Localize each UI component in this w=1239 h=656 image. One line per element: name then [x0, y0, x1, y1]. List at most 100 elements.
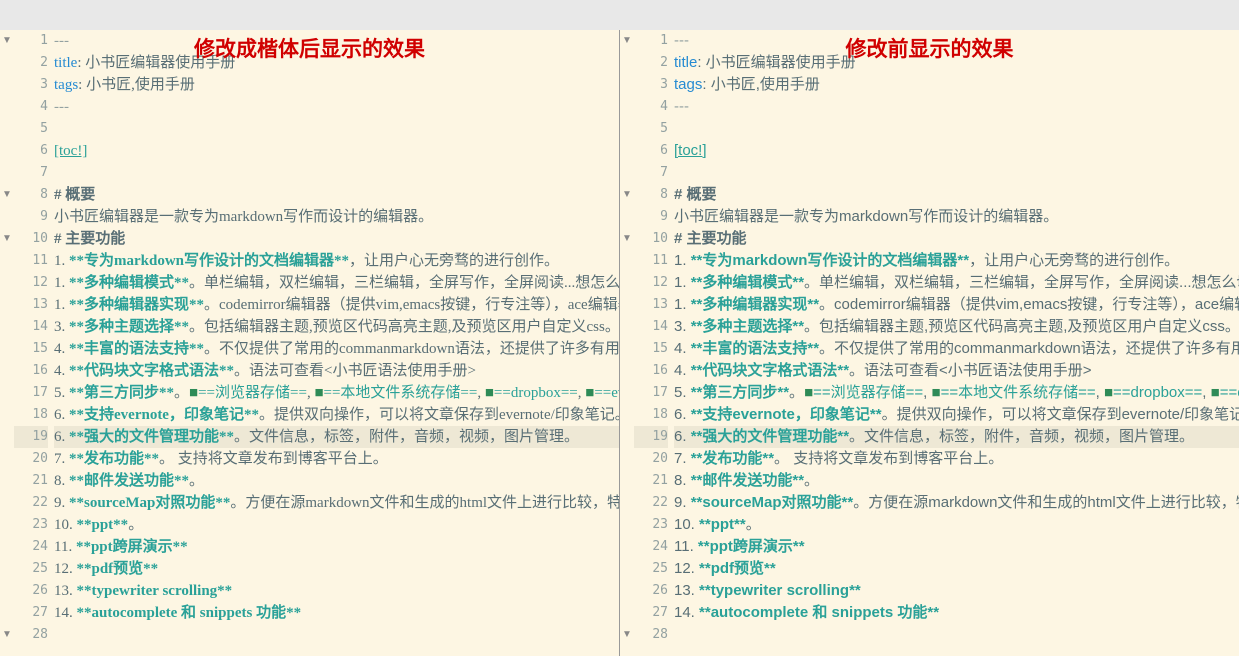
- fold-marker[interactable]: [620, 118, 634, 140]
- fold-marker[interactable]: [0, 30, 14, 52]
- code-line[interactable]: [674, 118, 1239, 140]
- code-line[interactable]: 4. **代码块文字格式语法**。语法可查看<小书匠语法使用手册>: [674, 360, 1239, 382]
- code-line[interactable]: 8. **邮件发送功能**。: [54, 470, 619, 492]
- fold-marker[interactable]: [620, 404, 634, 426]
- fold-marker[interactable]: [0, 558, 14, 580]
- fold-marker[interactable]: [620, 536, 634, 558]
- left-line-gutter[interactable]: 1234567891011121314151617181920212223242…: [14, 30, 54, 656]
- fold-marker[interactable]: [0, 96, 14, 118]
- fold-marker[interactable]: [620, 360, 634, 382]
- code-line[interactable]: 7. **发布功能**。 支持将文章发布到博客平台上。: [54, 448, 619, 470]
- fold-marker[interactable]: [0, 118, 14, 140]
- code-line[interactable]: 14. **autocomplete 和 snippets 功能**: [674, 602, 1239, 624]
- left-code-area[interactable]: ---title: 小书匠编辑器使用手册tags: 小书匠,使用手册---[to…: [54, 30, 619, 656]
- code-line[interactable]: ---: [674, 96, 1239, 118]
- fold-marker[interactable]: [0, 404, 14, 426]
- fold-marker[interactable]: [620, 448, 634, 470]
- right-line-gutter[interactable]: 1234567891011121314151617181920212223242…: [634, 30, 674, 656]
- code-line[interactable]: 6. **支持evernote，印象笔记**。提供双向操作，可以将文章保存到ev…: [674, 404, 1239, 426]
- code-line[interactable]: 1. **多种编辑模式**。单栏编辑，双栏编辑，三栏编辑，全屏写作，全屏阅读..…: [54, 272, 619, 294]
- fold-marker[interactable]: [620, 272, 634, 294]
- fold-marker[interactable]: [0, 250, 14, 272]
- code-line[interactable]: 12. **pdf预览**: [54, 558, 619, 580]
- fold-marker[interactable]: [0, 536, 14, 558]
- code-line[interactable]: # 主要功能: [54, 228, 619, 250]
- code-line[interactable]: 6. **支持evernote，印象笔记**。提供双向操作，可以将文章保存到ev…: [54, 404, 619, 426]
- fold-marker[interactable]: [620, 624, 634, 646]
- fold-marker[interactable]: [620, 338, 634, 360]
- fold-marker[interactable]: [0, 470, 14, 492]
- code-line[interactable]: 1. **专为markdown写作设计的文档编辑器**，让用户心无旁骛的进行创作…: [674, 250, 1239, 272]
- fold-marker[interactable]: [620, 426, 634, 448]
- fold-marker[interactable]: [620, 470, 634, 492]
- code-line[interactable]: title: 小书匠编辑器使用手册: [54, 52, 619, 74]
- code-line[interactable]: [674, 624, 1239, 646]
- fold-marker[interactable]: [0, 448, 14, 470]
- fold-marker[interactable]: [0, 580, 14, 602]
- code-line[interactable]: 11. **ppt跨屏演示**: [674, 536, 1239, 558]
- code-line[interactable]: 10. **ppt**。: [674, 514, 1239, 536]
- fold-marker[interactable]: [0, 74, 14, 96]
- fold-marker[interactable]: [620, 74, 634, 96]
- code-line[interactable]: # 主要功能: [674, 228, 1239, 250]
- code-line[interactable]: 小书匠编辑器是一款专为markdown写作而设计的编辑器。: [674, 206, 1239, 228]
- code-line[interactable]: 6. **强大的文件管理功能**。文件信息，标签，附件，音频，视频，图片管理。: [54, 426, 619, 448]
- fold-marker[interactable]: [0, 228, 14, 250]
- left-fold-gutter[interactable]: [0, 30, 14, 656]
- code-line[interactable]: 12. **pdf预览**: [674, 558, 1239, 580]
- code-line[interactable]: [674, 162, 1239, 184]
- fold-marker[interactable]: [0, 184, 14, 206]
- right-code-area[interactable]: ---title: 小书匠编辑器使用手册tags: 小书匠,使用手册---[to…: [674, 30, 1239, 656]
- fold-marker[interactable]: [620, 30, 634, 52]
- fold-marker[interactable]: [0, 492, 14, 514]
- code-line[interactable]: 9. **sourceMap对照功能**。方便在源markdown文件和生成的h…: [54, 492, 619, 514]
- code-line[interactable]: 9. **sourceMap对照功能**。方便在源markdown文件和生成的h…: [674, 492, 1239, 514]
- fold-marker[interactable]: [620, 382, 634, 404]
- fold-marker[interactable]: [620, 250, 634, 272]
- code-line[interactable]: title: 小书匠编辑器使用手册: [674, 52, 1239, 74]
- code-line[interactable]: 1. **多种编辑器实现**。codemirror编辑器（提供vim,emacs…: [674, 294, 1239, 316]
- fold-marker[interactable]: [620, 184, 634, 206]
- code-line[interactable]: # 概要: [674, 184, 1239, 206]
- code-line[interactable]: 13. **typewriter scrolling**: [54, 580, 619, 602]
- code-line[interactable]: ---: [54, 30, 619, 52]
- fold-marker[interactable]: [620, 228, 634, 250]
- code-line[interactable]: 3. **多种主题选择**。包括编辑器主题,预览区代码高亮主题,及预览区用户自定…: [674, 316, 1239, 338]
- code-line[interactable]: 1. **多种编辑器实现**。codemirror编辑器（提供vim,emacs…: [54, 294, 619, 316]
- code-line[interactable]: 4. **代码块文字格式语法**。语法可查看<小书匠语法使用手册>: [54, 360, 619, 382]
- fold-marker[interactable]: [0, 294, 14, 316]
- fold-marker[interactable]: [0, 602, 14, 624]
- fold-marker[interactable]: [620, 162, 634, 184]
- fold-marker[interactable]: [0, 272, 14, 294]
- code-line[interactable]: ---: [54, 96, 619, 118]
- code-line[interactable]: tags: 小书匠,使用手册: [54, 74, 619, 96]
- fold-marker[interactable]: [0, 338, 14, 360]
- fold-marker[interactable]: [0, 426, 14, 448]
- fold-marker[interactable]: [620, 206, 634, 228]
- code-line[interactable]: 7. **发布功能**。 支持将文章发布到博客平台上。: [674, 448, 1239, 470]
- fold-marker[interactable]: [0, 514, 14, 536]
- code-line[interactable]: 13. **typewriter scrolling**: [674, 580, 1239, 602]
- fold-marker[interactable]: [0, 52, 14, 74]
- code-line[interactable]: 4. **丰富的语法支持**。不仅提供了常用的commanmarkdown语法，…: [54, 338, 619, 360]
- code-line[interactable]: 6. **强大的文件管理功能**。文件信息，标签，附件，音频，视频，图片管理。: [674, 426, 1239, 448]
- code-line[interactable]: 8. **邮件发送功能**。: [674, 470, 1239, 492]
- code-line[interactable]: 3. **多种主题选择**。包括编辑器主题,预览区代码高亮主题,及预览区用户自定…: [54, 316, 619, 338]
- code-line[interactable]: [54, 624, 619, 646]
- code-line[interactable]: ---: [674, 30, 1239, 52]
- fold-marker[interactable]: [0, 316, 14, 338]
- fold-marker[interactable]: [620, 96, 634, 118]
- code-line[interactable]: 5. **第三方同步**。■==浏览器存储==, ■==本地文件系统存储==, …: [674, 382, 1239, 404]
- fold-marker[interactable]: [620, 492, 634, 514]
- fold-marker[interactable]: [620, 514, 634, 536]
- code-line[interactable]: tags: 小书匠,使用手册: [674, 74, 1239, 96]
- right-fold-gutter[interactable]: [620, 30, 634, 656]
- code-line[interactable]: 10. **ppt**。: [54, 514, 619, 536]
- code-line[interactable]: [54, 162, 619, 184]
- fold-marker[interactable]: [620, 316, 634, 338]
- code-line[interactable]: 14. **autocomplete 和 snippets 功能**: [54, 602, 619, 624]
- code-line[interactable]: [54, 118, 619, 140]
- fold-marker[interactable]: [0, 624, 14, 646]
- code-line[interactable]: 1. **专为markdown写作设计的文档编辑器**，让用户心无旁骛的进行创作…: [54, 250, 619, 272]
- fold-marker[interactable]: [0, 140, 14, 162]
